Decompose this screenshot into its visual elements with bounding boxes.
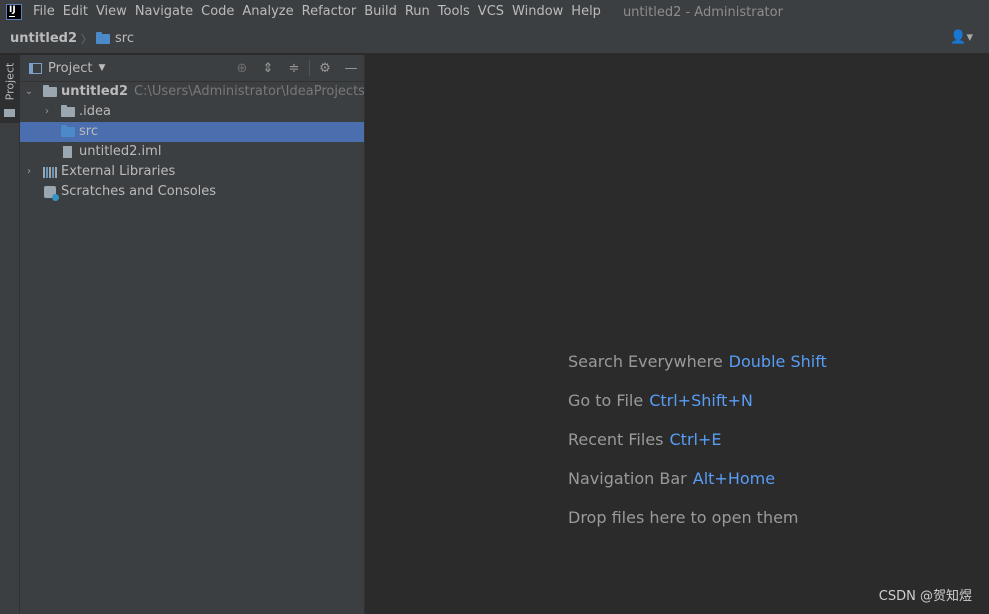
tree-item-iml[interactable]: untitled2.iml: [20, 142, 364, 162]
folder-icon: [4, 109, 15, 117]
hint-navigation-bar: Navigation Bar Alt+Home: [568, 469, 827, 508]
menu-help[interactable]: Help: [567, 0, 605, 24]
hint-label: Search Everywhere: [568, 352, 723, 371]
breadcrumb-folder[interactable]: src: [115, 31, 134, 46]
locate-icon[interactable]: ⊕: [229, 61, 255, 76]
expand-all-icon[interactable]: ⇕: [255, 61, 281, 76]
menu-tools[interactable]: Tools: [434, 0, 474, 24]
gear-icon[interactable]: ⚙: [312, 61, 338, 76]
hint-label: Recent Files: [568, 430, 664, 449]
menu-navigate[interactable]: Navigate: [131, 0, 197, 24]
menu-vcs[interactable]: VCS: [474, 0, 508, 24]
hint-shortcut: Ctrl+E: [669, 430, 722, 449]
hint-label: Navigation Bar: [568, 469, 687, 488]
menu-run[interactable]: Run: [401, 0, 434, 24]
menu-file[interactable]: File: [29, 0, 59, 24]
breadcrumb: untitled2 〉 src 👤▾: [0, 24, 989, 54]
tree-item-src[interactable]: src: [20, 122, 364, 142]
hint-drop-files: Drop files here to open them: [568, 508, 827, 547]
menu-analyze[interactable]: Analyze: [238, 0, 297, 24]
editor-empty-hints: Search Everywhere Double Shift Go to File…: [568, 352, 827, 547]
menu-code[interactable]: Code: [197, 0, 238, 24]
breadcrumb-project[interactable]: untitled2: [10, 31, 77, 46]
chevron-down-icon[interactable]: ⌄: [23, 82, 35, 102]
module-file-icon: [63, 146, 72, 158]
project-root-name: untitled2: [61, 84, 129, 99]
folder-icon: [96, 31, 111, 44]
menu-build[interactable]: Build: [360, 0, 401, 24]
menu-window[interactable]: Window: [508, 0, 567, 24]
hint-shortcut: Alt+Home: [692, 469, 776, 488]
project-root-path: C:\Users\Administrator\IdeaProjects\unti…: [134, 84, 364, 99]
editor-area[interactable]: Search Everywhere Double Shift Go to File…: [366, 55, 989, 614]
project-panel-header: Project ▼ ⊕ ⇕ ≑ ⚙ —: [20, 55, 364, 82]
intellij-logo-icon[interactable]: IJ: [6, 4, 22, 20]
tool-window-stripe: Project: [0, 55, 20, 614]
project-tree: ⌄ untitled2 C:\Users\Administrator\IdeaPr…: [20, 82, 364, 202]
watermark: CSDN @贺知煜: [878, 589, 972, 604]
menu-edit[interactable]: Edit: [59, 0, 92, 24]
hint-shortcut: Double Shift: [728, 352, 827, 371]
project-view-selector[interactable]: Project: [48, 61, 92, 76]
window-title: untitled2 - Administrator: [622, 4, 783, 20]
hint-search-everywhere: Search Everywhere Double Shift: [568, 352, 827, 391]
project-tool-tab[interactable]: Project: [0, 55, 20, 123]
project-view-icon: [29, 62, 42, 74]
module-folder-icon: [43, 85, 57, 97]
tree-item-label: src: [79, 124, 98, 139]
tree-item-idea[interactable]: › .idea: [20, 102, 364, 122]
hint-shortcut: Ctrl+Shift+N: [649, 391, 753, 410]
toolbar-divider: [309, 60, 310, 76]
hint-label: Drop files here to open them: [568, 508, 799, 527]
project-tool-tab-label: Project: [3, 62, 17, 101]
tree-item-label: untitled2.iml: [79, 144, 162, 159]
tree-item-scratches[interactable]: Scratches and Consoles: [20, 182, 364, 202]
folder-icon: [61, 105, 75, 117]
tree-item-label: Scratches and Consoles: [61, 184, 217, 199]
menu-view[interactable]: View: [92, 0, 131, 24]
hint-recent-files: Recent Files Ctrl+E: [568, 430, 827, 469]
tree-item-external-libraries[interactable]: › External Libraries: [20, 162, 364, 182]
scratches-icon: [44, 186, 59, 201]
library-icon: [43, 167, 57, 178]
collapse-all-icon[interactable]: ≑: [281, 61, 307, 76]
tree-item-label: .idea: [79, 104, 111, 119]
chevron-right-icon[interactable]: ›: [41, 102, 53, 122]
chevron-right-icon: 〉: [81, 32, 93, 46]
menu-refactor[interactable]: Refactor: [298, 0, 361, 24]
tree-item-label: External Libraries: [61, 164, 176, 179]
hint-label: Go to File: [568, 391, 644, 410]
chevron-down-icon[interactable]: ▼: [98, 63, 105, 73]
menu-bar: IJ File Edit View Navigate Code Analyze …: [0, 0, 989, 24]
hint-go-to-file: Go to File Ctrl+Shift+N: [568, 391, 827, 430]
chevron-right-icon[interactable]: ›: [23, 162, 35, 182]
user-account-icon[interactable]: 👤▾: [950, 30, 973, 45]
source-folder-icon: [61, 125, 75, 137]
project-panel: Project ▼ ⊕ ⇕ ≑ ⚙ — ⌄ untitled2 C:\Users\…: [20, 55, 365, 614]
tree-item-project-root[interactable]: ⌄ untitled2 C:\Users\Administrator\IdeaPr…: [20, 82, 364, 102]
hide-panel-icon[interactable]: —: [338, 61, 364, 76]
